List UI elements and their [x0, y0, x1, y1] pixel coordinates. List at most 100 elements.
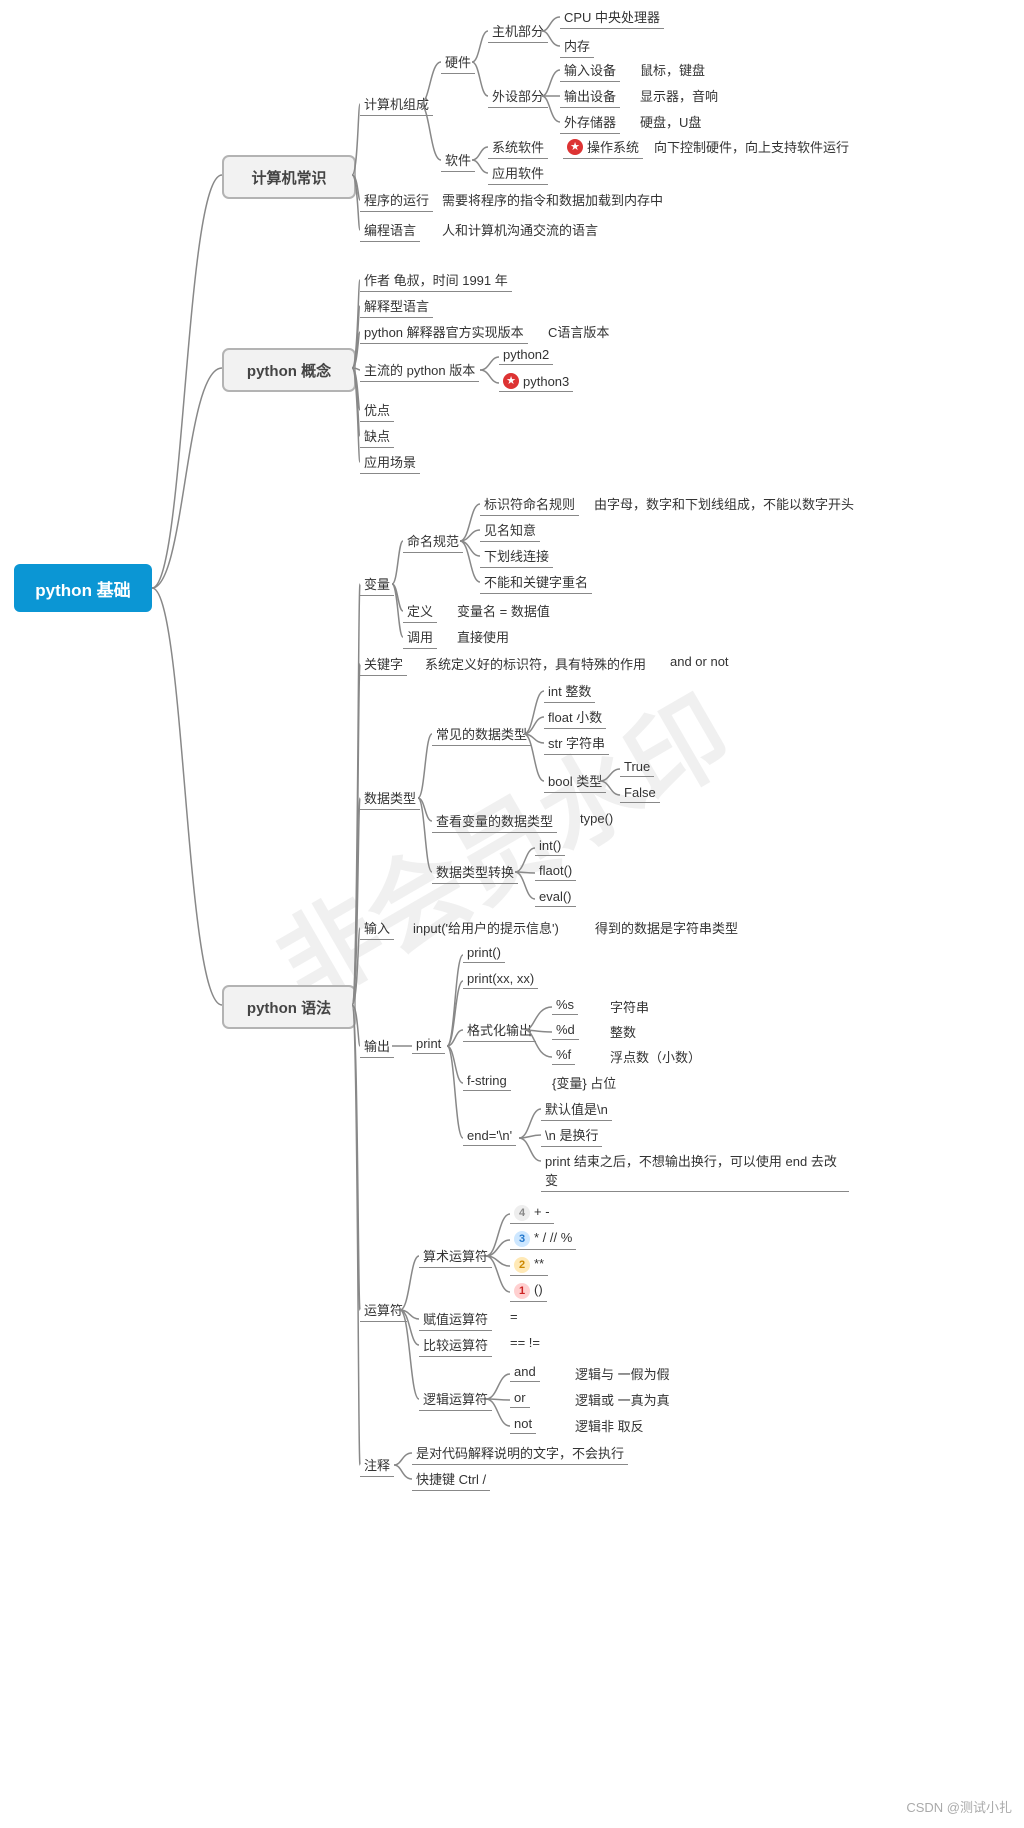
star-icon: ★	[567, 139, 583, 155]
node-call[interactable]: 调用	[403, 627, 437, 649]
a4-label: + -	[534, 1204, 550, 1219]
root-node[interactable]: python 基础	[14, 564, 152, 612]
node-comment-1[interactable]: 是对代码解释说明的文字，不会执行	[412, 1443, 628, 1465]
ann-or: 逻辑或 一真为真	[575, 1390, 670, 1409]
node-program-run[interactable]: 程序的运行	[360, 190, 433, 212]
node-system-software[interactable]: 系统软件	[488, 137, 548, 159]
star-icon: ★	[503, 373, 519, 389]
node-operating-system[interactable]: ★ 操作系统	[563, 137, 643, 159]
ann-keyword-desc: 系统定义好的标识符，具有特殊的作用	[425, 654, 646, 673]
node-a1[interactable]: 1()	[510, 1282, 547, 1302]
node-software[interactable]: 软件	[441, 150, 475, 172]
node-interpreted[interactable]: 解释型语言	[360, 296, 433, 318]
node-pd[interactable]: %d	[552, 1022, 579, 1040]
a2-label: **	[534, 1256, 544, 1271]
node-operator[interactable]: 运算符	[360, 1300, 407, 1322]
node-programming-language[interactable]: 编程语言	[360, 220, 420, 242]
node-pf[interactable]: %f	[552, 1047, 575, 1065]
node-floatfn[interactable]: flaot()	[535, 863, 576, 881]
a3-label: * / // %	[534, 1230, 572, 1245]
ann-compare: == !=	[510, 1335, 540, 1350]
ann-keyword-example: and or not	[670, 654, 729, 669]
node-a2[interactable]: 2**	[510, 1256, 548, 1276]
node-type-convert[interactable]: 数据类型转换	[432, 862, 518, 884]
node-print-0[interactable]: print()	[463, 945, 505, 963]
node-input-device[interactable]: 输入设备	[560, 60, 620, 82]
node-a3[interactable]: 3* / // %	[510, 1230, 576, 1250]
node-print-1[interactable]: print(xx, xx)	[463, 971, 538, 989]
node-comment[interactable]: 注释	[360, 1455, 394, 1477]
node-compare[interactable]: 比较运算符	[419, 1335, 492, 1357]
node-format-output[interactable]: 格式化输出	[463, 1020, 536, 1042]
node-not[interactable]: not	[510, 1416, 536, 1434]
ann-ps: 字符串	[610, 997, 649, 1016]
ann-pd: 整数	[610, 1022, 636, 1041]
node-external-storage[interactable]: 外存储器	[560, 112, 620, 134]
node-and[interactable]: and	[510, 1364, 540, 1382]
node-datatype[interactable]: 数据类型	[360, 788, 420, 810]
node-int[interactable]: int 整数	[544, 681, 595, 703]
node-end1[interactable]: 默认值是\n	[541, 1099, 612, 1121]
node-main-part[interactable]: 主机部分	[488, 21, 548, 43]
node-or[interactable]: or	[510, 1390, 530, 1408]
node-float[interactable]: float 小数	[544, 707, 606, 729]
ann-output-example: 显示器，音响	[640, 86, 718, 105]
a1-label: ()	[534, 1282, 543, 1297]
ann-and: 逻辑与 一假为假	[575, 1364, 670, 1383]
node-common-types[interactable]: 常见的数据类型	[432, 724, 531, 746]
node-python2[interactable]: python2	[499, 347, 553, 365]
node-keyword[interactable]: 关键字	[360, 654, 407, 676]
node-true[interactable]: True	[620, 759, 654, 777]
node-underscore[interactable]: 下划线连接	[480, 546, 553, 568]
major-python-syntax[interactable]: python 语法	[222, 985, 356, 1029]
os-label: 操作系统	[587, 140, 639, 155]
node-output[interactable]: 输出	[360, 1036, 394, 1058]
node-peripheral[interactable]: 外设部分	[488, 86, 548, 108]
node-application-software[interactable]: 应用软件	[488, 163, 548, 185]
node-fstring[interactable]: f-string	[463, 1073, 511, 1091]
node-not-keyword[interactable]: 不能和关键字重名	[480, 572, 592, 594]
ann-assign: =	[510, 1309, 518, 1324]
ann-define: 变量名 = 数据值	[457, 601, 550, 620]
node-variable[interactable]: 变量	[360, 574, 394, 596]
node-comment-2[interactable]: 快捷键 Ctrl /	[412, 1469, 490, 1491]
node-cpu[interactable]: CPU 中央处理器	[560, 7, 664, 29]
node-naming[interactable]: 命名规范	[403, 531, 463, 553]
ann-input-desc: 得到的数据是字符串类型	[595, 918, 738, 937]
node-advantages[interactable]: 优点	[360, 400, 394, 422]
node-logic[interactable]: 逻辑运算符	[419, 1389, 492, 1411]
node-author[interactable]: 作者 龟叔，时间 1991 年	[360, 270, 512, 292]
node-computer-arch[interactable]: 计算机组成	[360, 94, 433, 116]
node-intfn[interactable]: int()	[535, 838, 565, 856]
node-str[interactable]: str 字符串	[544, 733, 609, 755]
node-output-device[interactable]: 输出设备	[560, 86, 620, 108]
node-end2[interactable]: \n 是换行	[541, 1125, 602, 1147]
node-identifier-rule[interactable]: 标识符命名规则	[480, 494, 579, 516]
node-end3[interactable]: print 结束之后，不想输出换行，可以使用 end 去改变	[541, 1151, 849, 1192]
node-print[interactable]: print	[412, 1036, 445, 1054]
node-a4[interactable]: 4+ -	[510, 1204, 554, 1224]
node-bool[interactable]: bool 类型	[544, 771, 606, 793]
node-check-type[interactable]: 查看变量的数据类型	[432, 811, 557, 833]
node-end-param[interactable]: end='\n'	[463, 1128, 516, 1146]
ann-ext-example: 硬盘，U盘	[640, 112, 701, 131]
node-ps[interactable]: %s	[552, 997, 578, 1015]
node-implementation[interactable]: python 解释器官方实现版本	[360, 322, 528, 344]
node-python3[interactable]: ★python3	[499, 373, 573, 392]
node-disadvantages[interactable]: 缺点	[360, 426, 394, 448]
node-evalfn[interactable]: eval()	[535, 889, 576, 907]
node-assign[interactable]: 赋值运算符	[419, 1309, 492, 1331]
node-hardware[interactable]: 硬件	[441, 52, 475, 74]
node-input[interactable]: 输入	[360, 918, 394, 940]
ann-input-code: input('给用户的提示信息')	[413, 918, 559, 937]
node-usecases[interactable]: 应用场景	[360, 452, 420, 474]
credit-text: CSDN @测试小扎	[906, 1797, 1012, 1816]
node-meaningful-name[interactable]: 见名知意	[480, 520, 540, 542]
node-define[interactable]: 定义	[403, 601, 437, 623]
node-mainstream-version[interactable]: 主流的 python 版本	[360, 360, 479, 382]
major-computer-knowledge[interactable]: 计算机常识	[222, 155, 356, 199]
node-false[interactable]: False	[620, 785, 660, 803]
node-memory[interactable]: 内存	[560, 36, 594, 58]
major-python-concept[interactable]: python 概念	[222, 348, 356, 392]
node-arithmetic[interactable]: 算术运算符	[419, 1246, 492, 1268]
